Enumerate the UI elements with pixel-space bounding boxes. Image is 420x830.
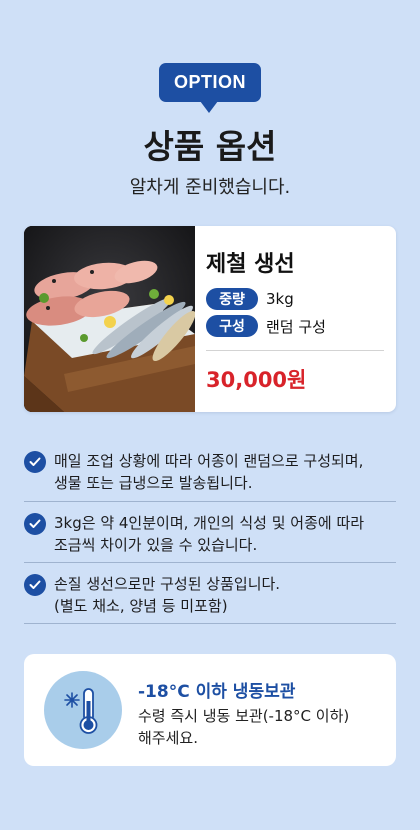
- storage-desc-line: 해주세요.: [138, 729, 198, 747]
- page-subtitle: 알차게 준비했습니다.: [129, 177, 291, 198]
- notice-line: 생물 또는 급냉으로 발송됩니다.: [54, 474, 253, 492]
- product-price: 30,000원: [206, 368, 307, 392]
- spec-value: 랜덤 구성: [266, 317, 326, 336]
- notice-text: 매일 조업 상황에 따라 어종이 랜덤으로 구성되며, 생물 또는 급냉으로 발…: [54, 450, 363, 494]
- product-card: 제철 생선 중량 3kg 구성 랜덤 구성 30,000원: [24, 226, 396, 412]
- info-divider: [206, 350, 384, 351]
- spec-tag: 구성: [206, 315, 258, 337]
- option-badge-label: OPTION: [173, 72, 246, 92]
- notice-line: 손질 생선으로만 구성된 상품입니다.: [54, 575, 281, 593]
- spec-row-composition: 구성 랜덤 구성: [206, 315, 326, 337]
- fish-box-illustration: [24, 226, 196, 412]
- check-icon: [24, 513, 46, 535]
- option-badge-tail: [200, 101, 218, 113]
- divider: [24, 562, 396, 563]
- storage-card: -18°C 이하 냉동보관 수령 즉시 냉동 보관(-18°C 이하) 해주세요…: [24, 654, 396, 766]
- thermometer-snowflake-icon: [44, 671, 122, 749]
- notice-line: 매일 조업 상황에 따라 어종이 랜덤으로 구성되며,: [54, 452, 364, 470]
- option-badge: OPTION: [159, 63, 261, 102]
- check-icon: [24, 451, 46, 473]
- product-info: 제철 생선 중량 3kg 구성 랜덤 구성 30,000원: [206, 226, 386, 412]
- notice-item: 매일 조업 상황에 따라 어종이 랜덤으로 구성되며, 생물 또는 급냉으로 발…: [24, 450, 396, 494]
- check-icon: [24, 574, 46, 596]
- notice-line: (별도 채소, 양념 등 미포함): [54, 597, 228, 615]
- storage-title: -18°C 이하 냉동보관: [138, 682, 296, 702]
- notice-item: 손질 생선으로만 구성된 상품입니다. (별도 채소, 양념 등 미포함): [24, 573, 396, 617]
- notice-text: 손질 생선으로만 구성된 상품입니다. (별도 채소, 양념 등 미포함): [54, 573, 280, 617]
- spec-tag: 중량: [206, 288, 258, 310]
- notice-item: 3kg은 약 4인분이며, 개인의 식성 및 어종에 따라 조금씩 차이가 있을…: [24, 512, 396, 556]
- notice-line: 조금씩 차이가 있을 수 있습니다.: [54, 536, 258, 554]
- storage-desc: 수령 즉시 냉동 보관(-18°C 이하) 해주세요.: [138, 705, 349, 749]
- product-image: [24, 226, 196, 412]
- spec-row-weight: 중량 3kg: [206, 288, 294, 310]
- storage-desc-line: 수령 즉시 냉동 보관(-18°C 이하): [138, 707, 350, 725]
- divider: [24, 501, 396, 502]
- notice-line: 3kg은 약 4인분이며, 개인의 식성 및 어종에 따라: [54, 514, 365, 532]
- notice-text: 3kg은 약 4인분이며, 개인의 식성 및 어종에 따라 조금씩 차이가 있을…: [54, 512, 364, 556]
- product-name: 제철 생선: [206, 252, 295, 277]
- spec-value: 3kg: [266, 290, 294, 308]
- divider: [24, 623, 396, 624]
- page-title: 상품 옵션: [143, 127, 277, 166]
